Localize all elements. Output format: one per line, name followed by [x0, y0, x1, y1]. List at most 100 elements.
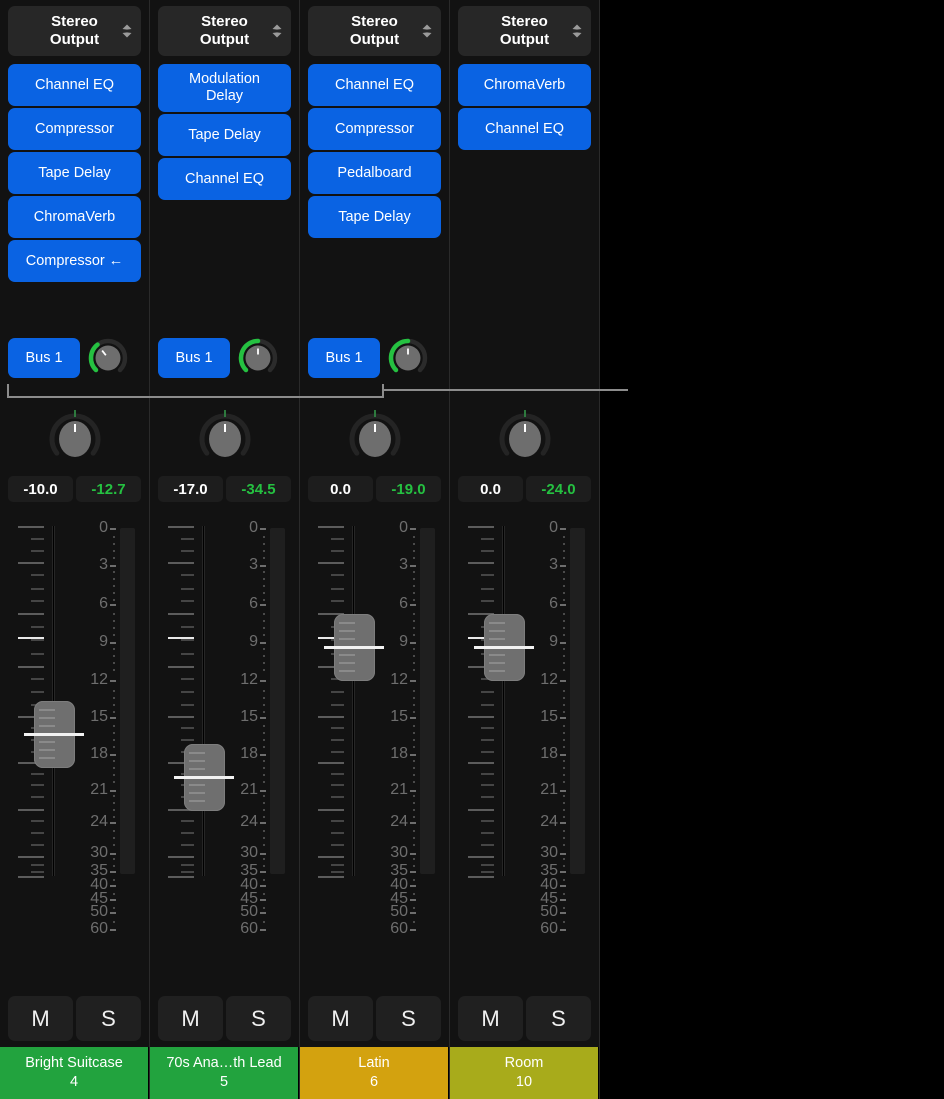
db-scale-dot: [113, 578, 115, 580]
solo-button[interactable]: S: [526, 996, 591, 1041]
send-level-knob[interactable]: [236, 336, 280, 380]
value-readouts: -17.0-34.5: [158, 476, 291, 502]
send-knob-wrap[interactable]: [236, 336, 280, 380]
fader-tick-minor: [481, 871, 494, 873]
pan-knob-wrap[interactable]: [300, 406, 449, 468]
output-selector[interactable]: Stereo Output: [8, 6, 141, 56]
db-scale-dash: [560, 680, 566, 682]
solo-button[interactable]: S: [76, 996, 141, 1041]
fader-tick-minor: [31, 844, 44, 846]
send-destination-button[interactable]: Bus 1: [308, 338, 380, 378]
insert-slot-2[interactable]: Compressor: [8, 108, 141, 150]
fader-thumb[interactable]: [34, 701, 75, 768]
track-name-plate[interactable]: Bright Suitcase4: [0, 1047, 149, 1099]
output-selector[interactable]: Stereo Output: [308, 6, 441, 56]
mute-button[interactable]: M: [158, 996, 223, 1041]
db-scale-dot: [263, 536, 265, 538]
insert-slot-2[interactable]: Tape Delay: [158, 114, 291, 156]
fader-tick-major: [318, 526, 344, 528]
send-level-knob[interactable]: [386, 336, 430, 380]
volume-value[interactable]: -10.0: [8, 476, 73, 502]
fader-thumb[interactable]: [484, 614, 525, 681]
pan-knob[interactable]: [494, 406, 556, 468]
db-scale-dash: [560, 642, 566, 644]
channel-strip-1: Stereo Output Channel EQCompressorTape De…: [0, 0, 150, 1099]
insert-slot-1[interactable]: ChromaVerb: [458, 64, 591, 106]
peak-value[interactable]: -12.7: [76, 476, 141, 502]
fader-tick-minor: [181, 727, 194, 729]
insert-slot-3[interactable]: Pedalboard: [308, 152, 441, 194]
peak-value[interactable]: -19.0: [376, 476, 441, 502]
insert-slot-5[interactable]: Compressor ←: [8, 240, 141, 282]
insert-slot-1[interactable]: Channel EQ: [308, 64, 441, 106]
fader-thumb[interactable]: [334, 614, 375, 681]
send-destination-button[interactable]: Bus 1: [158, 338, 230, 378]
insert-slot-1[interactable]: Channel EQ: [8, 64, 141, 106]
output-selector-stepper[interactable]: [271, 23, 283, 39]
fader-tick-minor: [181, 844, 194, 846]
track-name-plate[interactable]: 70s Ana…th Lead5: [150, 1047, 299, 1099]
db-scale-dot: [113, 669, 115, 671]
value-readouts: 0.0-24.0: [458, 476, 591, 502]
volume-value[interactable]: -17.0: [158, 476, 223, 502]
pan-knob[interactable]: [344, 406, 406, 468]
db-scale-dot: [113, 893, 115, 895]
mute-button[interactable]: M: [8, 996, 73, 1041]
pan-knob-wrap[interactable]: [150, 406, 299, 468]
mute-button[interactable]: M: [308, 996, 373, 1041]
db-scale-label: 9: [530, 634, 558, 650]
output-selector-stepper[interactable]: [571, 23, 583, 39]
db-scale-dash: [110, 912, 116, 914]
output-selector-stepper[interactable]: [121, 23, 133, 39]
output-selector[interactable]: Stereo Output: [158, 6, 291, 56]
db-scale-dash: [410, 853, 416, 855]
send-destination-button[interactable]: Bus 1: [8, 338, 80, 378]
db-scale-dot: [113, 802, 115, 804]
insert-slot-3[interactable]: Tape Delay: [8, 152, 141, 194]
db-scale-dash: [110, 822, 116, 824]
peak-value[interactable]: -24.0: [526, 476, 591, 502]
track-name-plate[interactable]: Latin6: [300, 1047, 449, 1099]
peak-value[interactable]: -34.5: [226, 476, 291, 502]
db-scale-dot: [563, 704, 565, 706]
send-knob-wrap[interactable]: [386, 336, 430, 380]
pan-knob[interactable]: [194, 406, 256, 468]
volume-value[interactable]: 0.0: [308, 476, 373, 502]
insert-slot-4[interactable]: Tape Delay: [308, 196, 441, 238]
output-selector-stepper[interactable]: [421, 23, 433, 39]
db-scale-label: 60: [380, 921, 408, 937]
insert-slot-2[interactable]: Compressor: [308, 108, 441, 150]
track-name-plate[interactable]: Room10: [450, 1047, 599, 1099]
value-readouts: 0.0-19.0: [308, 476, 441, 502]
fader-thumb-grip: [39, 757, 55, 759]
fader-thumb[interactable]: [184, 744, 225, 811]
fader-tick-major: [18, 666, 44, 668]
volume-value[interactable]: 0.0: [458, 476, 523, 502]
insert-slot-3[interactable]: Channel EQ: [158, 158, 291, 200]
fader-track[interactable]: [202, 526, 205, 876]
insert-slot-4[interactable]: ChromaVerb: [8, 196, 141, 238]
fader-tick-minor: [31, 678, 44, 680]
solo-button[interactable]: S: [226, 996, 291, 1041]
insert-slot-1[interactable]: Modulation Delay: [158, 64, 291, 112]
fader-track[interactable]: [502, 526, 505, 876]
db-scale-dot: [563, 557, 565, 559]
pan-knob-wrap[interactable]: [450, 406, 599, 468]
fader-tick-major: [468, 809, 494, 811]
db-scale-dot: [113, 613, 115, 615]
send-knob-wrap[interactable]: [86, 336, 130, 380]
fader-track[interactable]: [352, 526, 355, 876]
send-level-knob[interactable]: [86, 336, 130, 380]
solo-button[interactable]: S: [376, 996, 441, 1041]
db-scale-dot: [563, 809, 565, 811]
mute-button[interactable]: M: [458, 996, 523, 1041]
output-selector[interactable]: Stereo Output: [458, 6, 591, 56]
fader-thumb-grip: [489, 670, 505, 672]
insert-slot-2[interactable]: Channel EQ: [458, 108, 591, 150]
pan-knob[interactable]: [44, 406, 106, 468]
fader-tick-minor: [331, 820, 344, 822]
pan-knob-wrap[interactable]: [0, 406, 149, 468]
fader-unity-tick: [18, 637, 44, 639]
db-scale-dot: [563, 844, 565, 846]
fader-tick-minor: [181, 653, 194, 655]
